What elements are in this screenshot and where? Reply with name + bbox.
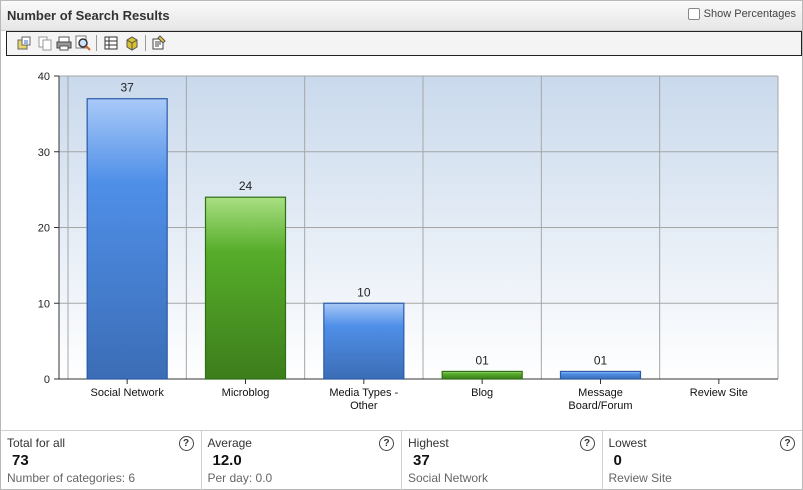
search-results-panel: Number of Search Results Show Percentage… bbox=[0, 0, 803, 490]
bar bbox=[86, 98, 168, 380]
x-tick-label: Blog bbox=[471, 387, 493, 399]
3d-view-icon[interactable] bbox=[124, 35, 140, 51]
x-tick-label: Media Types - bbox=[329, 387, 398, 399]
data-label: 10 bbox=[357, 285, 371, 299]
chart-toolbar bbox=[6, 31, 802, 56]
stat-sub: Review Site bbox=[608, 471, 672, 485]
bar bbox=[441, 370, 523, 380]
data-label: 01 bbox=[594, 353, 608, 367]
panel-titlebar: Number of Search Results Show Percentage… bbox=[1, 1, 802, 31]
help-icon[interactable]: ? bbox=[379, 436, 394, 451]
copy-icon[interactable] bbox=[37, 35, 53, 51]
help-icon[interactable]: ? bbox=[178, 436, 194, 451]
help-icon[interactable]: ? bbox=[780, 436, 795, 451]
x-tick-label: Microblog bbox=[222, 387, 270, 399]
stat-value: 0 bbox=[613, 452, 622, 469]
y-tick-label: 30 bbox=[38, 147, 50, 159]
data-label: 37 bbox=[120, 81, 134, 95]
stat-value: 12.0 bbox=[212, 452, 242, 469]
help-icon[interactable]: ? bbox=[579, 436, 595, 451]
x-tick-label: Other bbox=[350, 400, 378, 412]
show-percentages-label: Show Percentages bbox=[703, 8, 796, 20]
stat-lowest: Lowest 0 Review Site ? bbox=[603, 431, 803, 490]
stat-label: Average bbox=[207, 436, 252, 450]
stat-value: 73 bbox=[12, 452, 29, 469]
stat-sub: Number of categories: 6 bbox=[7, 471, 136, 485]
stat-highest: Highest 37 Social Network ? bbox=[402, 431, 603, 490]
show-percentages-toggle[interactable]: Show Percentages bbox=[687, 8, 796, 20]
stat-label: Total for all bbox=[7, 436, 66, 450]
stat-average: Average 12.0 Per day: 0.0 ? bbox=[202, 431, 402, 490]
stat-label: Highest bbox=[408, 436, 449, 450]
x-tick-label: Board/Forum bbox=[568, 400, 632, 412]
y-tick-label: 10 bbox=[38, 298, 50, 310]
print-icon[interactable] bbox=[56, 35, 72, 51]
stat-value: 37 bbox=[413, 452, 430, 469]
x-tick-label: Review Site bbox=[690, 387, 748, 399]
data-label: 01 bbox=[475, 353, 489, 367]
panel-title: Number of Search Results bbox=[7, 8, 170, 23]
summary-stats: Total for all 73 Number of categories: 6… bbox=[1, 430, 802, 490]
show-percentages-checkbox[interactable] bbox=[687, 8, 700, 20]
table-view-icon[interactable] bbox=[103, 35, 119, 51]
x-tick-label: Social Network bbox=[90, 387, 164, 399]
properties-icon[interactable] bbox=[151, 35, 167, 51]
toolbar-separator bbox=[145, 35, 146, 51]
y-tick-label: 0 bbox=[44, 374, 50, 386]
bar bbox=[323, 302, 405, 380]
toolbar-separator bbox=[96, 35, 97, 51]
y-tick-label: 40 bbox=[38, 71, 50, 83]
stat-label: Lowest bbox=[608, 436, 647, 450]
data-label: 24 bbox=[239, 179, 253, 193]
export-icon[interactable] bbox=[16, 35, 32, 51]
bar-chart: 01020304037Social Network24Microblog10Me… bbox=[38, 71, 779, 412]
stat-sub: Social Network bbox=[408, 471, 489, 485]
bar bbox=[204, 196, 287, 380]
stat-total: Total for all 73 Number of categories: 6… bbox=[1, 431, 202, 490]
y-tick-label: 20 bbox=[38, 223, 50, 235]
stat-sub: Per day: 0.0 bbox=[207, 471, 273, 485]
bar bbox=[559, 370, 642, 380]
zoom-icon[interactable] bbox=[75, 35, 91, 51]
x-tick-label: Message bbox=[578, 387, 623, 399]
